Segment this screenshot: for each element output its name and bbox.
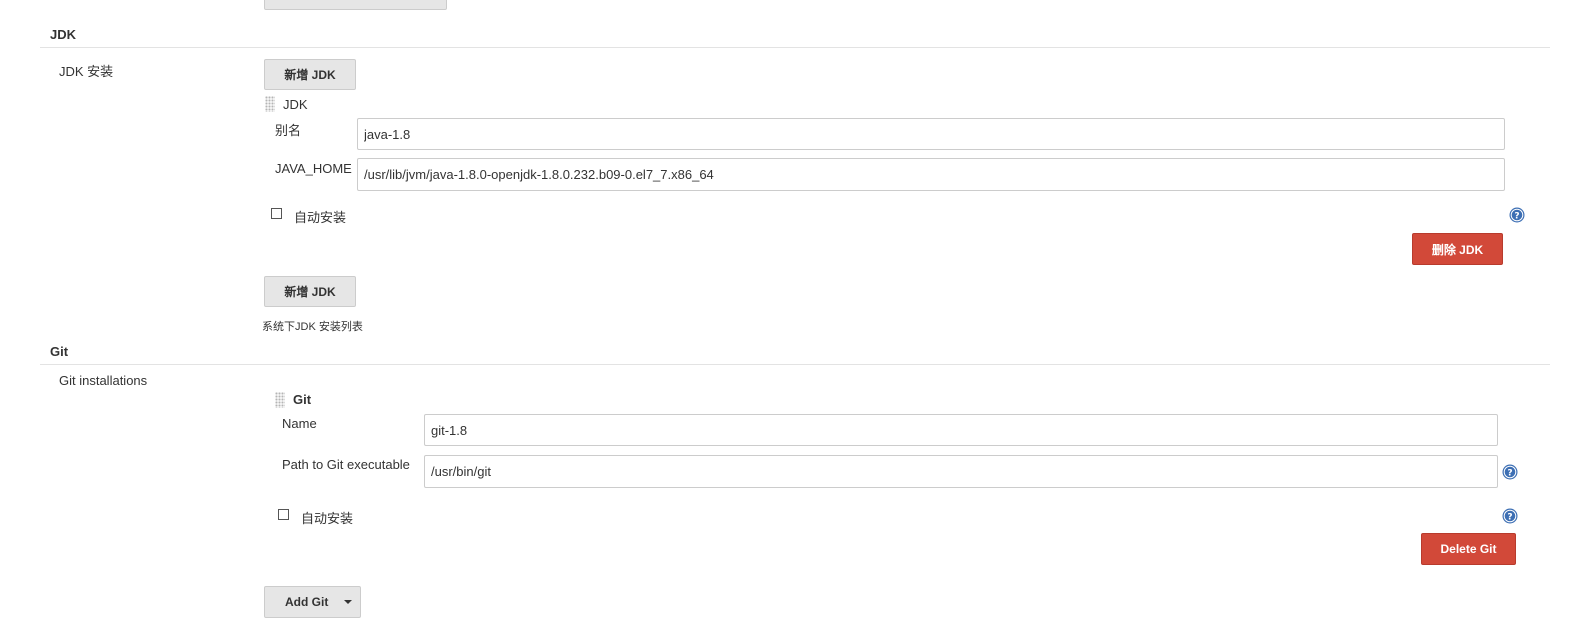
- jdk-section-title: JDK: [50, 27, 77, 42]
- add-jdk-button-bottom[interactable]: 新增 JDK: [264, 276, 356, 307]
- add-git-button[interactable]: Add Git: [264, 586, 361, 618]
- jdk-alias-input[interactable]: [357, 118, 1505, 150]
- git-entry-header: Git: [293, 392, 312, 407]
- git-path-label: Path to Git executable: [282, 457, 410, 472]
- jdk-help-icon[interactable]: ?: [1509, 207, 1525, 223]
- svg-text:?: ?: [1507, 513, 1512, 523]
- jdk-auto-install-checkbox[interactable]: [271, 208, 282, 219]
- delete-git-button[interactable]: Delete Git: [1421, 533, 1516, 565]
- git-section-title: Git: [50, 344, 69, 359]
- java-home-input[interactable]: [357, 158, 1505, 191]
- git-help-icon[interactable]: ?: [1502, 508, 1518, 524]
- jdk-description: 系统下JDK 安装列表: [262, 321, 363, 333]
- caret-down-icon: [344, 600, 352, 604]
- git-path-input[interactable]: [424, 455, 1498, 488]
- git-section-divider: [40, 364, 1550, 365]
- jdk-entry-header: JDK: [283, 97, 308, 112]
- git-name-label: Name: [282, 416, 317, 431]
- add-jdk-button-top[interactable]: 新增 JDK: [264, 59, 356, 90]
- git-auto-install-label: 自动安装: [301, 511, 354, 526]
- jdk-alias-label: 别名: [275, 123, 302, 138]
- add-git-button-label: Add Git: [285, 595, 329, 609]
- previous-section-button[interactable]: [264, 0, 447, 10]
- delete-jdk-button[interactable]: 删除 JDK: [1412, 233, 1503, 265]
- git-installations-label: Git installations: [59, 373, 148, 388]
- jdk-section-divider: [40, 47, 1550, 48]
- jdk-installations-label: JDK 安装: [59, 64, 114, 79]
- svg-text:?: ?: [1507, 469, 1512, 479]
- git-drag-handle-icon[interactable]: [275, 392, 285, 408]
- git-path-help-icon[interactable]: ?: [1502, 464, 1518, 480]
- git-name-input[interactable]: [424, 414, 1498, 446]
- git-auto-install-checkbox[interactable]: [278, 509, 289, 520]
- jdk-auto-install-label: 自动安装: [294, 210, 347, 225]
- svg-text:?: ?: [1514, 212, 1519, 222]
- jdk-drag-handle-icon[interactable]: [265, 96, 275, 112]
- java-home-label: JAVA_HOME: [275, 161, 352, 176]
